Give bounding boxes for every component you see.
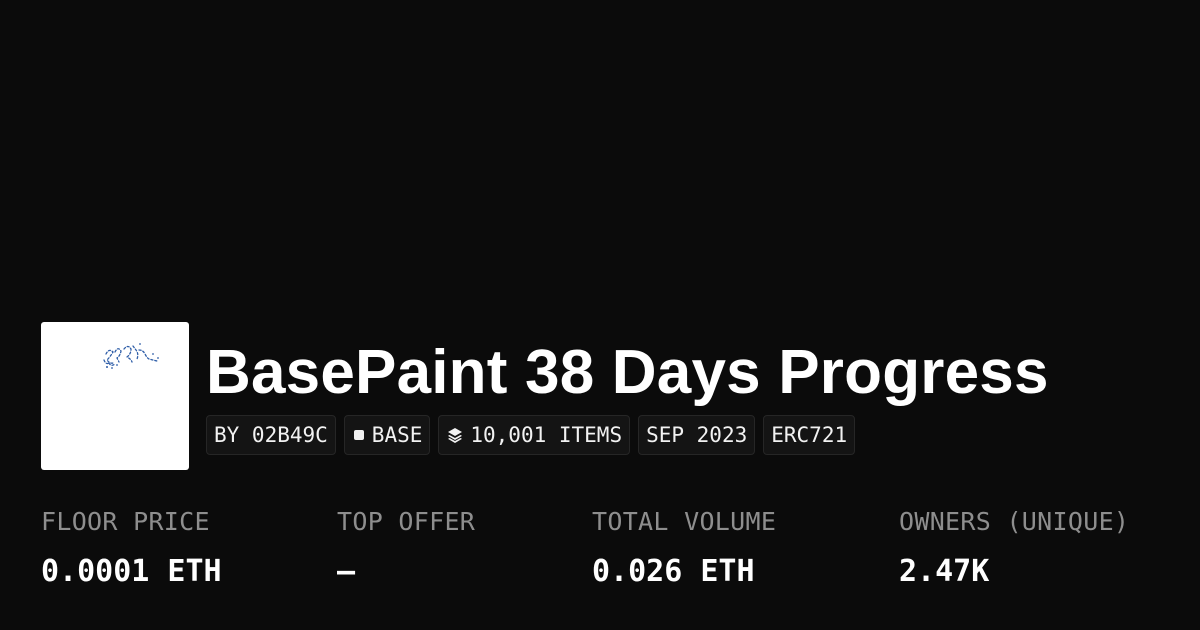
stat-label: OWNERS (UNIQUE): [899, 507, 1130, 536]
collection-stats: FLOOR PRICE 0.0001 ETH TOP OFFER — TOTAL…: [41, 506, 1181, 596]
items-tag[interactable]: 10,001 ITEMS: [438, 415, 631, 455]
date-tag-label: SEP 2023: [646, 423, 748, 447]
stat-value: 2.47K: [899, 554, 990, 589]
collection-title: BasePaint 38 Days Progress: [206, 338, 1049, 407]
stat-floor-price: FLOOR PRICE 0.0001 ETH: [41, 506, 222, 590]
sketch-artwork: [103, 343, 159, 369]
stat-owners: OWNERS (UNIQUE) 2.47K: [899, 506, 1129, 590]
stat-value: 0.0001 ETH: [41, 554, 222, 589]
date-tag[interactable]: SEP 2023: [638, 415, 756, 455]
stat-label: TOTAL VOLUME: [592, 507, 777, 536]
collection-tags: BY 02B49C BASE 10,001 ITEMS SEP 2023 ERC…: [206, 415, 856, 455]
stat-total-volume: TOTAL VOLUME 0.026 ETH: [592, 506, 776, 590]
stat-top-offer: TOP OFFER —: [337, 506, 475, 590]
chain-tag[interactable]: BASE: [343, 415, 431, 455]
collection-thumbnail: [41, 322, 189, 470]
square-chain-icon: [352, 428, 366, 442]
creator-tag-label: BY 02B49C: [214, 423, 328, 447]
collection-card: BasePaint 38 Days Progress BY 02B49C BAS…: [0, 0, 1200, 630]
stat-label: FLOOR PRICE: [41, 507, 210, 536]
items-tag-label: 10,001 ITEMS: [470, 423, 623, 447]
stat-value: 0.026 ETH: [592, 554, 755, 589]
standard-tag-label: ERC721: [771, 423, 848, 447]
stat-value: —: [337, 554, 356, 589]
layers-icon: [446, 426, 464, 444]
chain-tag-label: BASE: [371, 423, 423, 447]
creator-tag[interactable]: BY 02B49C: [206, 415, 336, 455]
stat-label: TOP OFFER: [337, 507, 476, 536]
standard-tag[interactable]: ERC721: [763, 415, 856, 455]
